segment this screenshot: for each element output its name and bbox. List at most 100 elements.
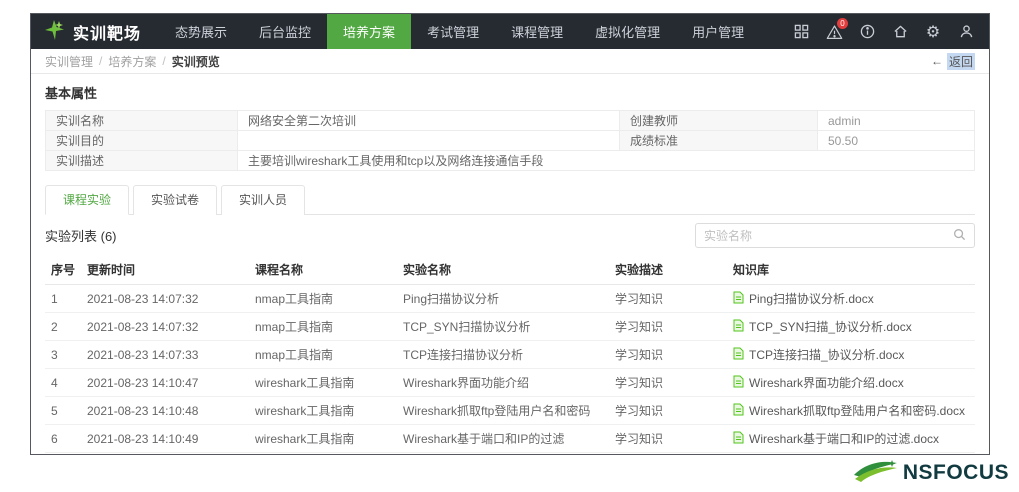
gear-icon[interactable]: ⚙ <box>924 23 942 41</box>
col-header-desc: 实验描述 <box>609 255 727 285</box>
tab-training-members[interactable]: 实训人员 <box>221 185 305 215</box>
breadcrumb-separator: / <box>99 54 102 68</box>
menu-item-training-plan[interactable]: 培养方案 <box>327 14 411 49</box>
table-row: 2 2021-08-23 14:07:32 nmap工具指南 TCP_SYN扫描… <box>45 313 975 341</box>
table-header-row: 序号 更新时间 课程名称 实验名称 实验描述 知识库 <box>45 255 975 285</box>
cell-updated: 2021-08-23 14:10:49 <box>81 425 249 453</box>
main-menu: 态势展示 后台监控 培养方案 考试管理 课程管理 虚拟化管理 用户管理 <box>159 14 760 49</box>
cell-no: 3 <box>45 341 81 369</box>
field-value-training-desc: 主要培训wireshark工具使用和tcp以及网络连接通信手段 <box>238 151 975 171</box>
doc-filename: Wireshark界面功能介绍.docx <box>749 374 904 391</box>
field-value-training-name: 网络安全第二次培训 <box>238 111 620 131</box>
alert-triangle-icon[interactable]: 0 <box>825 23 843 41</box>
cell-no: 6 <box>45 425 81 453</box>
back-label: 返回 <box>947 53 975 70</box>
menu-item-virtualization[interactable]: 虚拟化管理 <box>579 14 676 49</box>
document-icon <box>733 291 744 307</box>
footer-brand: NSFOCUS <box>852 458 1009 488</box>
navbar-actions: 0 ⚙ <box>792 14 989 49</box>
field-value-creator: admin <box>818 111 975 131</box>
cell-desc: 学习知识 <box>609 341 727 369</box>
breadcrumb-item-training-plan[interactable]: 培养方案 <box>108 53 156 70</box>
detail-tabs: 课程实验 实验试卷 实训人员 <box>45 184 975 215</box>
cell-desc: 学习知识 <box>609 285 727 313</box>
field-value-score-standard: 50.50 <box>818 131 975 151</box>
cell-desc: 学习知识 <box>609 397 727 425</box>
cell-experiment: TCP_SYN扫描协议分析 <box>397 313 609 341</box>
table-row: 4 2021-08-23 14:10:47 wireshark工具指南 Wire… <box>45 369 975 397</box>
breadcrumb-item-current: 实训预览 <box>172 53 220 70</box>
cell-desc: 学习知识 <box>609 369 727 397</box>
home-icon[interactable] <box>891 23 909 41</box>
document-icon <box>733 347 744 363</box>
field-label-creator: 创建教师 <box>620 111 818 131</box>
cell-no: 5 <box>45 397 81 425</box>
search-input[interactable] <box>704 229 953 243</box>
cell-experiment: Wireshark抓取ftp登陆用户名和密码 <box>397 397 609 425</box>
cell-course: nmap工具指南 <box>249 313 397 341</box>
footer-brand-name: NSFOCUS <box>903 461 1009 485</box>
knowledge-doc-link[interactable]: Ping扫描协议分析.docx <box>733 290 874 307</box>
nsfocus-swoosh-icon <box>852 458 900 488</box>
cell-experiment: Wireshark基于端口和IP的过滤 <box>397 425 609 453</box>
cell-knowledge: Wireshark基于端口和IP的过滤.docx <box>727 425 975 453</box>
breadcrumb-separator: / <box>162 54 165 68</box>
table-row: 6 2021-08-23 14:10:49 wireshark工具指南 Wire… <box>45 425 975 453</box>
knowledge-doc-link[interactable]: Wireshark界面功能介绍.docx <box>733 374 904 391</box>
cell-no: 1 <box>45 285 81 313</box>
tab-exam-papers[interactable]: 实验试卷 <box>133 185 217 215</box>
menu-item-user[interactable]: 用户管理 <box>676 14 760 49</box>
menu-item-exam[interactable]: 考试管理 <box>411 14 495 49</box>
cell-experiment: Ping扫描协议分析 <box>397 285 609 313</box>
back-arrow-icon: ← <box>931 54 943 68</box>
knowledge-doc-link[interactable]: TCP连接扫描_协议分析.docx <box>733 346 904 363</box>
col-header-no: 序号 <box>45 255 81 285</box>
brand-logo[interactable]: 实训靶场 <box>31 14 159 49</box>
knowledge-doc-link[interactable]: Wireshark基于端口和IP的过滤.docx <box>733 430 939 447</box>
knowledge-doc-link[interactable]: Wireshark抓取ftp登陆用户名和密码.docx <box>733 402 965 419</box>
doc-filename: TCP连接扫描_协议分析.docx <box>749 346 904 363</box>
document-icon <box>733 403 744 419</box>
top-navbar: 实训靶场 态势展示 后台监控 培养方案 考试管理 课程管理 虚拟化管理 用户管理 <box>31 14 989 49</box>
col-header-updated: 更新时间 <box>81 255 249 285</box>
cell-course: nmap工具指南 <box>249 285 397 313</box>
cell-no: 2 <box>45 313 81 341</box>
field-label-training-name: 实训名称 <box>46 111 238 131</box>
cell-no: 4 <box>45 369 81 397</box>
breadcrumb: 实训管理 / 培养方案 / 实训预览 ← 返回 <box>31 49 989 74</box>
user-icon[interactable] <box>957 23 975 41</box>
field-label-score-standard: 成绩标准 <box>620 131 818 151</box>
apps-grid-icon[interactable] <box>792 23 810 41</box>
cell-desc: 学习知识 <box>609 425 727 453</box>
cell-course: nmap工具指南 <box>249 341 397 369</box>
search-box <box>695 223 975 248</box>
alert-badge: 0 <box>837 18 848 29</box>
knowledge-doc-link[interactable]: TCP_SYN扫描_协议分析.docx <box>733 318 912 335</box>
breadcrumb-item-training-mgmt[interactable]: 实训管理 <box>45 53 93 70</box>
cell-updated: 2021-08-23 14:07:32 <box>81 285 249 313</box>
experiment-list-title: 实验列表 (6) <box>45 226 117 245</box>
cell-knowledge: TCP连接扫描_协议分析.docx <box>727 341 975 369</box>
doc-filename: Ping扫描协议分析.docx <box>749 290 874 307</box>
cell-knowledge: Wireshark抓取ftp登陆用户名和密码.docx <box>727 397 975 425</box>
menu-item-backend-monitor[interactable]: 后台监控 <box>243 14 327 49</box>
menu-item-situation[interactable]: 态势展示 <box>159 14 243 49</box>
document-icon <box>733 431 744 447</box>
app-window: 实训靶场 态势展示 后台监控 培养方案 考试管理 课程管理 虚拟化管理 用户管理 <box>30 13 990 455</box>
cell-experiment: TCP连接扫描协议分析 <box>397 341 609 369</box>
doc-filename: Wireshark抓取ftp登陆用户名和密码.docx <box>749 402 965 419</box>
document-icon <box>733 319 744 335</box>
basic-attributes-table: 实训名称 网络安全第二次培训 创建教师 admin 实训目的 成绩标准 50.5… <box>45 110 975 171</box>
experiment-table: 序号 更新时间 课程名称 实验名称 实验描述 知识库 1 2021-08-23 … <box>45 255 975 453</box>
back-button[interactable]: ← 返回 <box>931 53 975 70</box>
cell-experiment: Wireshark界面功能介绍 <box>397 369 609 397</box>
cell-updated: 2021-08-23 14:07:33 <box>81 341 249 369</box>
doc-filename: Wireshark基于端口和IP的过滤.docx <box>749 430 939 447</box>
tab-course-experiments[interactable]: 课程实验 <box>45 185 129 215</box>
cell-course: wireshark工具指南 <box>249 397 397 425</box>
cell-updated: 2021-08-23 14:10:48 <box>81 397 249 425</box>
search-icon[interactable] <box>953 228 966 244</box>
menu-item-course[interactable]: 课程管理 <box>495 14 579 49</box>
info-icon[interactable] <box>858 23 876 41</box>
basic-attributes-section: 基本属性 实训名称 网络安全第二次培训 创建教师 admin 实训目的 成绩标准… <box>31 74 989 171</box>
